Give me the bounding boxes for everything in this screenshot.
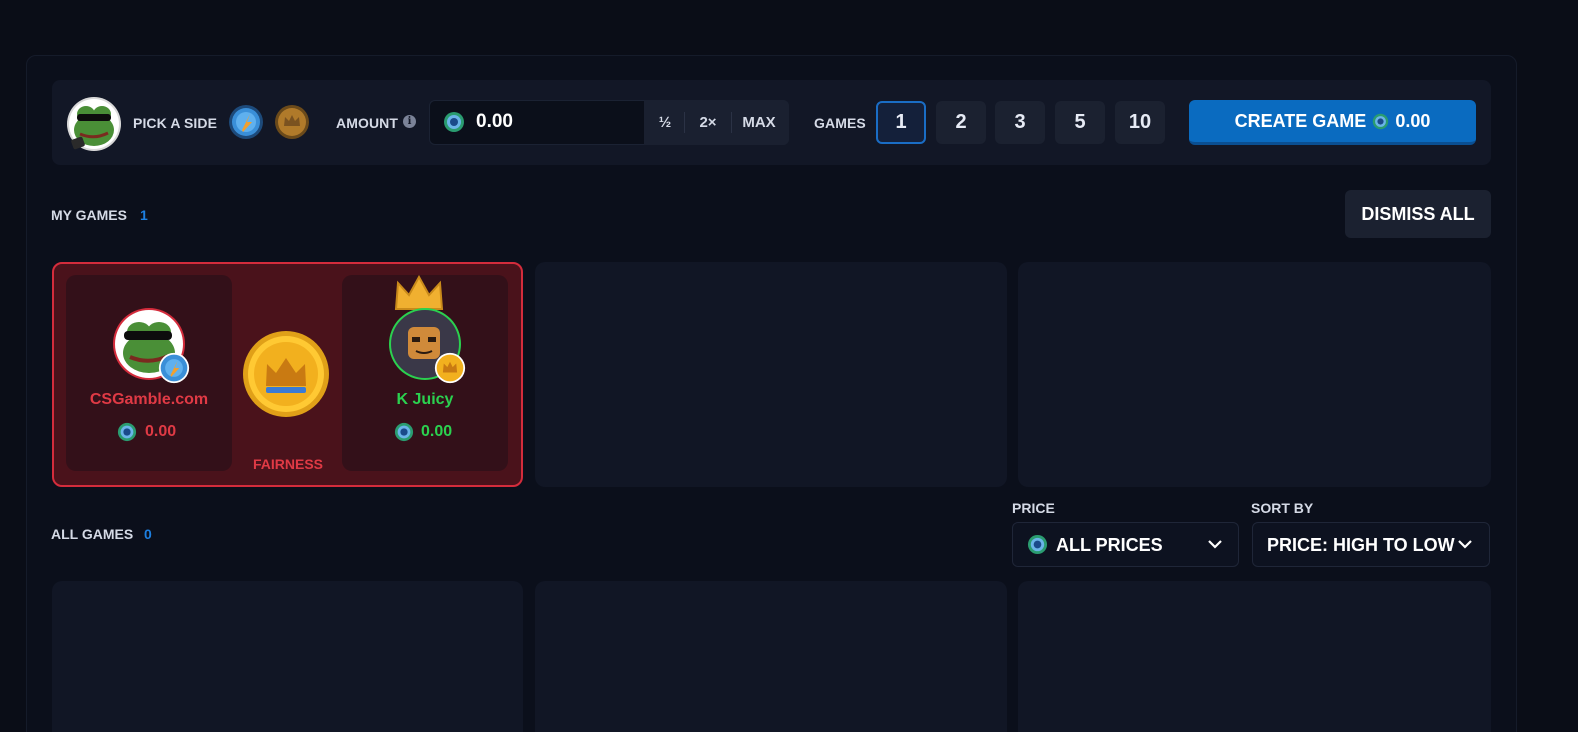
gold-crown-coin-icon	[243, 331, 329, 417]
create-game-label: CREATE GAME	[1234, 110, 1367, 131]
divider	[731, 112, 732, 133]
price-filter-value: ALL PRICES	[1056, 535, 1163, 555]
fairness-link[interactable]: FAIRNESS	[253, 456, 323, 472]
create-game-button[interactable]: CREATE GAME 0.00	[1189, 100, 1476, 145]
price-label: PRICE	[1012, 500, 1055, 516]
blue-coin-icon[interactable]	[228, 104, 264, 140]
my-games-count: 1	[140, 207, 148, 223]
sort-label: SORT BY	[1251, 500, 1314, 516]
games-option-1[interactable]: 1	[876, 101, 926, 144]
crown-icon	[394, 275, 444, 310]
chevron-down-icon	[1208, 540, 1222, 549]
player2-amount: 0.00	[421, 423, 453, 440]
games-label: GAMES	[814, 115, 866, 131]
player2-name: K Juicy	[396, 391, 454, 408]
price-filter-select[interactable]: ALL PRICES	[1012, 522, 1239, 567]
currency-gem-icon	[444, 112, 464, 132]
empty-game-slot	[1018, 581, 1491, 732]
my-games-title: MY GAMES	[51, 207, 127, 223]
pick-side-label: PICK A SIDE	[133, 115, 218, 131]
all-games-title: ALL GAMES	[51, 526, 134, 542]
all-games-count: 0	[144, 526, 152, 542]
currency-gem-icon	[394, 422, 414, 442]
double-button[interactable]: 2×	[693, 111, 723, 133]
half-button[interactable]: ½	[654, 111, 676, 133]
amount-input[interactable]	[476, 110, 636, 134]
games-option-2[interactable]: 2	[936, 101, 986, 144]
sort-select[interactable]: PRICE: HIGH TO LOW	[1252, 522, 1490, 567]
gold-crown-coin-icon[interactable]	[274, 104, 310, 140]
dismiss-all-button[interactable]: DISMISS ALL	[1345, 190, 1491, 238]
chevron-down-icon	[1458, 540, 1472, 549]
empty-game-slot	[1018, 262, 1491, 487]
sort-value: PRICE: HIGH TO LOW	[1267, 535, 1455, 555]
empty-game-slot	[535, 581, 1007, 732]
frog-avatar-icon[interactable]	[66, 96, 122, 152]
player1-name: CSGamble.com	[89, 391, 209, 408]
currency-gem-icon	[117, 422, 137, 442]
max-button[interactable]: MAX	[739, 111, 779, 133]
currency-gem-icon	[1373, 113, 1389, 129]
player1-amount: 0.00	[145, 423, 177, 440]
games-option-5[interactable]: 5	[1055, 101, 1105, 144]
info-icon[interactable]: i	[403, 115, 416, 128]
empty-game-slot	[52, 581, 523, 732]
empty-game-slot	[535, 262, 1007, 487]
games-option-10[interactable]: 10	[1115, 101, 1165, 144]
currency-gem-icon	[1027, 534, 1048, 555]
blue-coin-icon	[158, 352, 190, 384]
divider	[684, 112, 685, 133]
games-option-3[interactable]: 3	[995, 101, 1045, 144]
gold-crown-coin-icon	[434, 352, 466, 384]
amount-label: AMOUNT	[336, 115, 399, 131]
create-game-amount: 0.00	[1395, 110, 1431, 131]
